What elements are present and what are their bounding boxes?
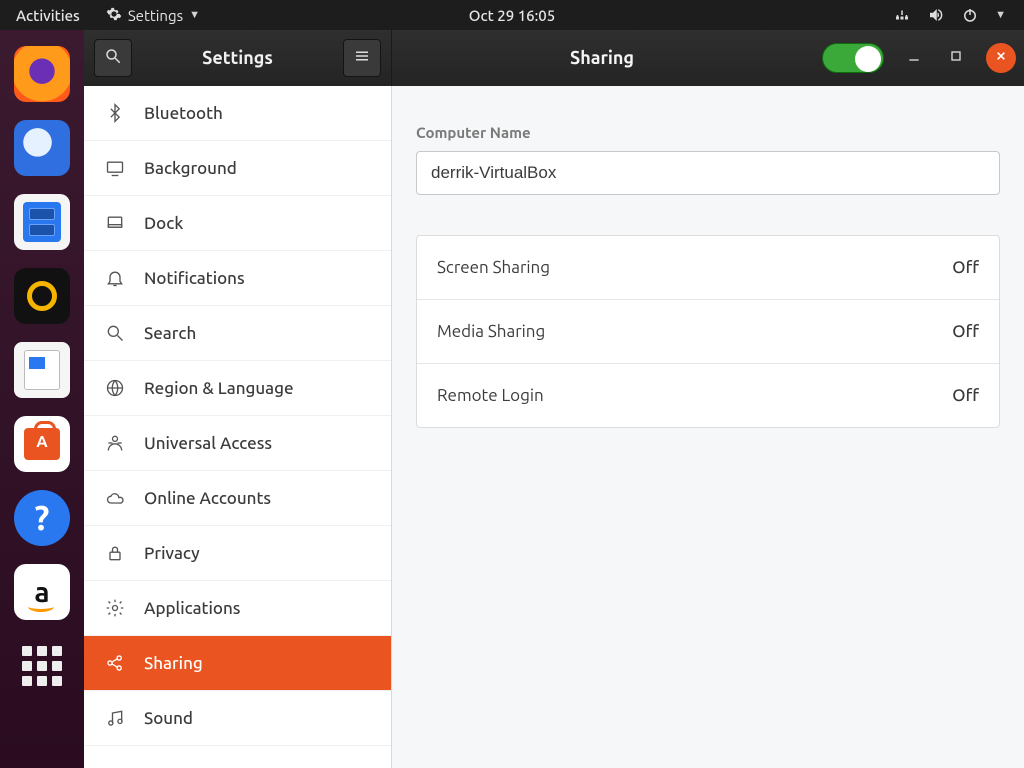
sharing-panel: Computer Name Screen SharingOffMedia Sha… [392, 86, 1024, 768]
sharing-option-media-sharing[interactable]: Media Sharing Off [417, 299, 999, 363]
option-label: Media Sharing [437, 322, 545, 341]
settings-sidebar: Bluetooth Background Dock Notifications Sear… [84, 86, 392, 768]
dock-app-amazon[interactable]: a [14, 564, 70, 620]
sidebar-item-label: Applications [144, 599, 240, 618]
dock-icon [104, 213, 126, 233]
sidebar-item-apps[interactable]: Applications [84, 581, 391, 636]
app-menu[interactable]: Settings ▼ [96, 6, 210, 25]
search-icon [104, 323, 126, 343]
sidebar-item-notifications[interactable]: Notifications [84, 251, 391, 306]
app-menu-label: Settings [128, 7, 183, 24]
share-icon [104, 653, 126, 673]
option-state: Off [952, 258, 979, 277]
maximize-button[interactable] [944, 46, 968, 70]
sidebar-item-ua[interactable]: Universal Access [84, 416, 391, 471]
search-button[interactable] [94, 39, 132, 77]
sidebar-item-label: Dock [144, 214, 183, 233]
sidebar-item-label: Universal Access [144, 434, 272, 453]
sidebar-item-bluetooth[interactable]: Bluetooth [84, 86, 391, 141]
launcher-dock: ? a [0, 30, 84, 768]
search-icon [104, 47, 122, 69]
sidebar-item-label: Search [144, 324, 196, 343]
settings-window: Settings Sharing Bluetooth Background Dock… [84, 30, 1024, 768]
dock-app-writer[interactable] [14, 342, 70, 398]
sidebar-item-label: Bluetooth [144, 104, 223, 123]
sidebar-item-label: Sharing [144, 654, 203, 673]
maximize-icon [948, 48, 964, 68]
bell-icon [104, 268, 126, 288]
gnome-topbar: Activities Settings ▼ Oct 29 16:05 ▼ [0, 0, 1024, 30]
option-state: Off [952, 322, 979, 341]
dock-app-files[interactable] [14, 194, 70, 250]
hamburger-button[interactable] [343, 39, 381, 77]
sidebar-item-label: Online Accounts [144, 489, 271, 508]
sidebar-item-label: Sound [144, 709, 193, 728]
sidebar-item-region[interactable]: Region & Language [84, 361, 391, 416]
dock-app-help[interactable]: ? [14, 490, 70, 546]
activities-button[interactable]: Activities [0, 7, 96, 24]
dock-app-rhythmbox[interactable] [14, 268, 70, 324]
sidebar-item-privacy[interactable]: Privacy [84, 526, 391, 581]
computer-name-input[interactable] [416, 151, 1000, 195]
clock[interactable]: Oct 29 16:05 [469, 7, 555, 24]
music-icon [104, 708, 126, 728]
sidebar-item-sharing[interactable]: Sharing [84, 636, 391, 691]
sharing-master-toggle[interactable] [822, 43, 884, 73]
bluetooth-icon [104, 103, 126, 123]
system-tray[interactable]: ▼ [875, 6, 1024, 24]
dock-app-firefox[interactable] [14, 46, 70, 102]
sharing-options-list: Screen SharingOffMedia SharingOffRemote … [416, 235, 1000, 428]
sidebar-item-online[interactable]: Online Accounts [84, 471, 391, 526]
display-icon [104, 158, 126, 178]
lock-icon [104, 543, 126, 563]
sidebar-item-label: Background [144, 159, 237, 178]
computer-name-label: Computer Name [416, 124, 1000, 141]
sidebar-title: Settings [142, 48, 333, 68]
gear-icon [106, 6, 122, 25]
sidebar-item-sound[interactable]: Sound [84, 691, 391, 746]
sidebar-item-dock[interactable]: Dock [84, 196, 391, 251]
dock-app-thunderbird[interactable] [14, 120, 70, 176]
globe-icon [104, 378, 126, 398]
close-icon [993, 48, 1009, 68]
close-button[interactable] [986, 43, 1016, 73]
hamburger-icon [353, 47, 371, 69]
volume-icon [927, 6, 945, 24]
chevron-down-icon: ▼ [995, 9, 1006, 21]
power-icon [961, 6, 979, 24]
option-label: Remote Login [437, 386, 544, 405]
cloud-icon [104, 488, 126, 508]
option-state: Off [952, 386, 979, 405]
headerbar: Settings Sharing [84, 30, 1024, 86]
pane-title: Sharing [400, 48, 804, 68]
sidebar-item-label: Privacy [144, 544, 200, 563]
sharing-option-remote-login[interactable]: Remote Login Off [417, 363, 999, 427]
sidebar-item-label: Notifications [144, 269, 245, 288]
option-label: Screen Sharing [437, 258, 550, 277]
person-icon [104, 433, 126, 453]
dock-app-software[interactable] [14, 416, 70, 472]
sidebar-item-label: Region & Language [144, 379, 294, 398]
gear-icon [104, 598, 126, 618]
sidebar-item-search[interactable]: Search [84, 306, 391, 361]
dock-show-apps[interactable] [14, 638, 70, 694]
minimize-button[interactable] [902, 46, 926, 70]
minimize-icon [906, 48, 922, 68]
chevron-down-icon: ▼ [189, 9, 200, 21]
sharing-option-screen-sharing[interactable]: Screen Sharing Off [417, 236, 999, 299]
network-icon [893, 6, 911, 24]
sidebar-item-background[interactable]: Background [84, 141, 391, 196]
